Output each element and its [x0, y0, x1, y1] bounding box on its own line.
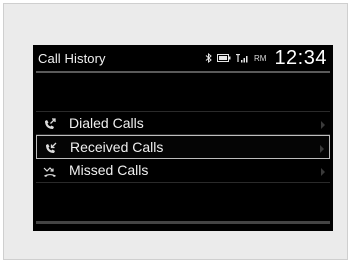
list-item-label: Missed Calls: [69, 162, 149, 178]
chevron-right-icon: [319, 165, 327, 177]
battery-icon: [216, 54, 231, 62]
received-call-icon: [44, 141, 58, 155]
signal-strength-icon: [235, 53, 249, 63]
clock: 12:34: [274, 46, 327, 69]
chevron-right-icon: [318, 142, 326, 154]
header-divider: [36, 71, 330, 73]
list-item-label: Received Calls: [70, 139, 164, 155]
list-item-label: Dialed Calls: [69, 115, 144, 131]
bottom-divider: [36, 221, 330, 224]
dialed-call-icon: [43, 117, 57, 131]
missed-call-icon: [43, 164, 57, 178]
chevron-right-icon: [319, 118, 327, 130]
header-bar: Call History RM 12:34: [33, 45, 333, 71]
roaming-indicator: RM: [253, 53, 267, 63]
status-area: RM 12:34: [205, 46, 327, 69]
list-item-missed-calls[interactable]: Missed Calls: [36, 159, 330, 183]
list-item-dialed-calls[interactable]: Dialed Calls: [36, 111, 330, 135]
figure-frame: Call History RM 12:34 Dialed Calls Recei…: [3, 3, 348, 260]
display-screen: Call History RM 12:34 Dialed Calls Recei…: [33, 45, 333, 231]
page-title: Call History: [38, 51, 106, 66]
list-item-received-calls[interactable]: Received Calls: [36, 135, 330, 159]
call-history-list: Dialed Calls Received Calls Missed Calls: [36, 111, 330, 183]
bluetooth-icon: [205, 53, 212, 63]
